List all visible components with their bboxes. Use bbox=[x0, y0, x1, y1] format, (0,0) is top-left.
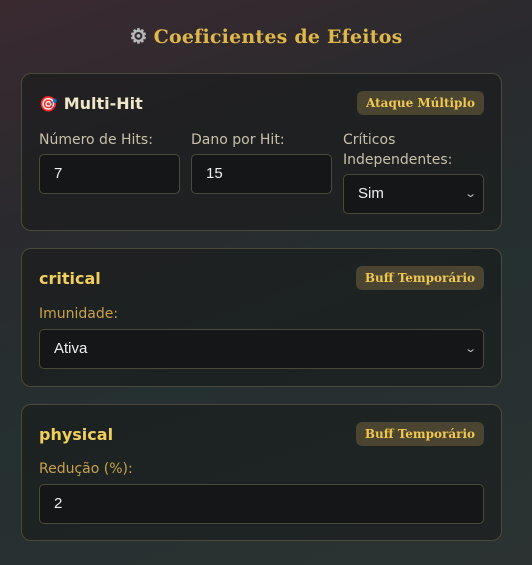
effect-type-badge: Buff Temporário bbox=[355, 266, 484, 290]
reduction-label: Redução (%): bbox=[39, 461, 133, 477]
effect-card-multi-hit: 🎯 Multi-Hit Ataque Múltiplo Número de Hit… bbox=[21, 73, 502, 231]
hits-label: Número de Hits: bbox=[39, 132, 153, 148]
card-title: 🎯 Multi-Hit bbox=[39, 94, 143, 113]
reduction-input[interactable]: 2 bbox=[39, 484, 484, 524]
card-title: physical bbox=[39, 425, 114, 444]
damage-per-hit-label: Dano por Hit: bbox=[191, 132, 285, 148]
target-icon: 🎯 bbox=[39, 95, 58, 113]
effect-card-physical: physical Buff Temporário Redução (%): 2 bbox=[21, 404, 502, 541]
effect-type-badge: Ataque Múltiplo bbox=[357, 91, 484, 115]
immunity-select[interactable]: Ativa ⌄ bbox=[39, 329, 484, 369]
effect-card-critical: critical Buff Temporário Imunidade: Ativ… bbox=[21, 248, 502, 387]
independent-crits-select[interactable]: Sim ⌄ bbox=[343, 174, 484, 214]
immunity-label: Imunidade: bbox=[39, 306, 119, 322]
damage-per-hit-input[interactable]: 15 bbox=[191, 154, 332, 194]
chevron-down-icon: ⌄ bbox=[463, 188, 477, 200]
page-title-text: Coeficientes de Efeitos bbox=[153, 26, 403, 48]
card-title: critical bbox=[39, 269, 101, 288]
independent-crits-label: Críticos Independentes: bbox=[343, 132, 453, 168]
independent-crits-value: Sim bbox=[358, 185, 384, 202]
chevron-down-icon: ⌄ bbox=[463, 343, 477, 355]
gear-icon: ⚙ bbox=[129, 24, 148, 48]
hits-input[interactable]: 7 bbox=[39, 154, 180, 194]
immunity-value: Ativa bbox=[54, 340, 88, 357]
page-title: ⚙ Coeficientes de Efeitos bbox=[0, 24, 532, 48]
effect-type-badge: Buff Temporário bbox=[355, 422, 484, 446]
card-title-text: Multi-Hit bbox=[63, 94, 143, 113]
